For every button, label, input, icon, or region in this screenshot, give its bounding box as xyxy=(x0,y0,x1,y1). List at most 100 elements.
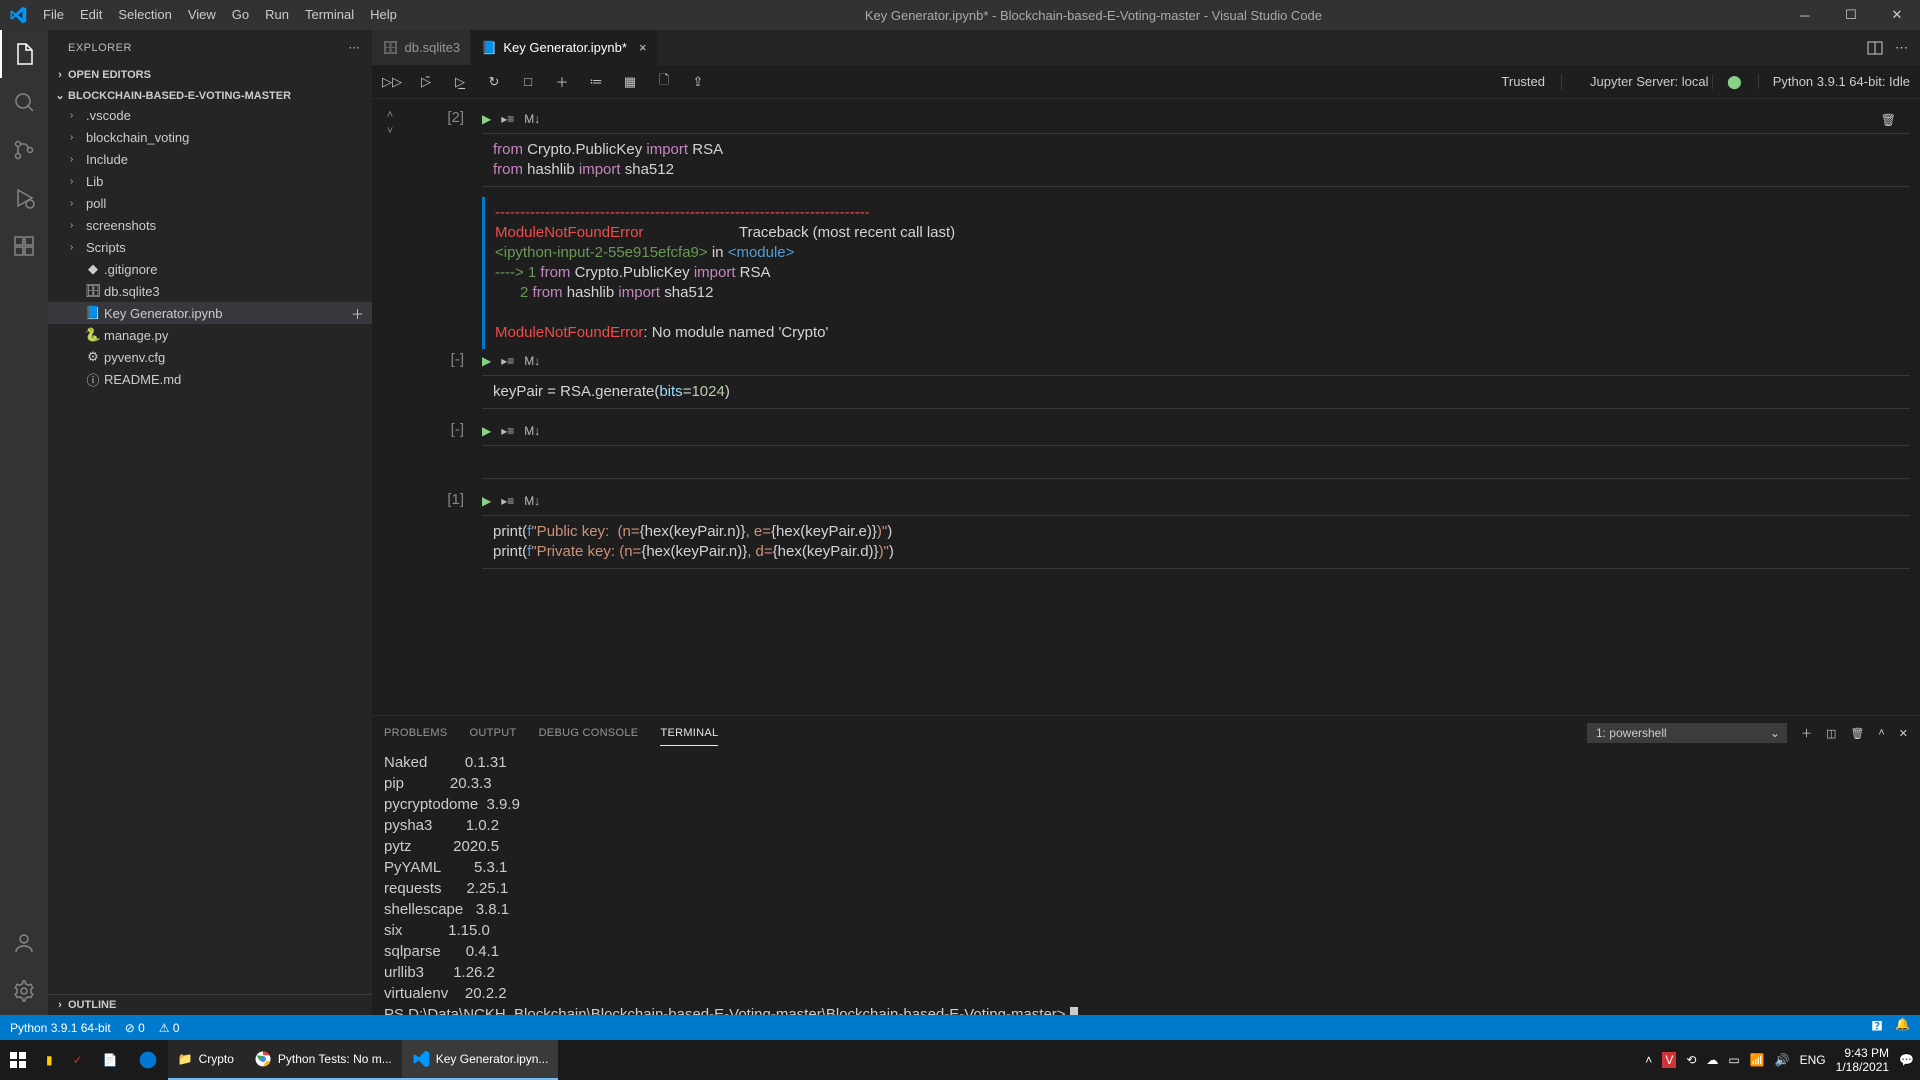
maximize-icon[interactable]: ☐ xyxy=(1828,0,1874,30)
search-icon[interactable] xyxy=(0,78,48,126)
code-cell[interactable]: keyPair = RSA.generate(bits=1024) xyxy=(482,375,1910,409)
feedback-icon[interactable]: 🯄 xyxy=(1871,1017,1883,1038)
source-control-icon[interactable] xyxy=(0,126,48,174)
taskbar-edge[interactable] xyxy=(128,1040,168,1080)
file-manage-py[interactable]: 🐍manage.py xyxy=(48,324,372,346)
project-section[interactable]: ⌄BLOCKCHAIN-BASED-E-VOTING-MASTER xyxy=(48,87,372,104)
code-cell[interactable] xyxy=(482,445,1910,479)
markdown-icon[interactable]: M↓ xyxy=(524,112,540,126)
new-terminal-icon[interactable]: ＋ xyxy=(1801,725,1812,741)
terminal-tab[interactable]: TERMINAL xyxy=(660,721,718,746)
split-terminal-icon[interactable]: ◫ xyxy=(1826,727,1836,740)
extensions-icon[interactable] xyxy=(0,222,48,270)
restart-icon[interactable]: ↻ xyxy=(484,74,504,90)
output-tab[interactable]: OUTPUT xyxy=(470,721,517,745)
folder-include[interactable]: ›Include xyxy=(48,148,372,170)
outline-icon[interactable]: ▦ xyxy=(620,74,640,90)
problems-tab[interactable]: PROBLEMS xyxy=(384,721,448,745)
close-tab-icon[interactable]: × xyxy=(639,40,647,55)
python-env-status[interactable]: Python 3.9.1 64-bit xyxy=(10,1021,111,1035)
folder-scripts[interactable]: ›Scripts xyxy=(48,236,372,258)
code-cell[interactable]: print(f"Public key: (n={hex(keyPair.n)},… xyxy=(482,515,1910,569)
export-icon[interactable]: ⇪ xyxy=(688,74,708,90)
run-by-line-icon[interactable]: ▸≡ xyxy=(501,494,514,508)
folder-lib[interactable]: ›Lib xyxy=(48,170,372,192)
tray-action-center-icon[interactable]: 💬 xyxy=(1899,1053,1914,1067)
move-down-icon[interactable]: ˅ xyxy=(387,125,393,137)
markdown-icon[interactable]: M↓ xyxy=(524,354,540,368)
taskbar-app-1[interactable]: ▮ xyxy=(36,1040,63,1080)
run-below-icon[interactable]: ▷̲ xyxy=(450,74,470,90)
errors-status[interactable]: ⊘ 0 xyxy=(125,1021,145,1035)
folder-blockchain-voting[interactable]: ›blockchain_voting xyxy=(48,126,372,148)
file-key-generator-ipynb[interactable]: 📘Key Generator.ipynb＋ xyxy=(48,302,372,324)
run-by-line-icon[interactable]: ▸≡ xyxy=(501,354,514,368)
run-by-line-icon[interactable]: ▸≡ xyxy=(501,112,514,126)
trusted-label[interactable]: Trusted xyxy=(1487,74,1545,89)
account-icon[interactable] xyxy=(0,919,48,967)
run-cell-icon[interactable]: ▶ xyxy=(482,354,491,368)
run-above-icon[interactable]: ▷̄ xyxy=(416,74,436,90)
close-panel-icon[interactable]: ✕ xyxy=(1899,727,1908,740)
code-cell[interactable]: from Crypto.PublicKey import RSA from ha… xyxy=(482,133,1910,187)
menu-file[interactable]: File xyxy=(35,0,72,30)
run-cell-icon[interactable]: ▶ xyxy=(482,112,491,126)
markdown-icon[interactable]: M↓ xyxy=(524,424,540,438)
taskbar-app-2[interactable]: ✓ xyxy=(63,1040,93,1080)
add-cell-inline-icon[interactable]: ＋ xyxy=(351,304,364,323)
variables-icon[interactable]: ≔ xyxy=(586,74,606,90)
move-up-icon[interactable]: ˄ xyxy=(387,109,393,121)
tray-app-v-icon[interactable]: V xyxy=(1662,1052,1676,1068)
menu-help[interactable]: Help xyxy=(362,0,405,30)
tray-language[interactable]: ENG xyxy=(1800,1053,1826,1067)
maximize-panel-icon[interactable]: ˄ xyxy=(1878,727,1884,739)
interrupt-icon[interactable]: □ xyxy=(518,74,538,89)
jupyter-server-label[interactable]: Jupyter Server: local ⬤ xyxy=(1561,74,1742,90)
minimize-icon[interactable]: ─ xyxy=(1782,0,1828,30)
delete-cell-icon[interactable]: 🗑 xyxy=(1881,113,1896,127)
folder-poll[interactable]: ›poll xyxy=(48,192,372,214)
start-button[interactable] xyxy=(0,1040,36,1080)
open-editors-section[interactable]: ›OPEN EDITORS xyxy=(48,67,372,83)
menu-edit[interactable]: Edit xyxy=(72,0,110,30)
more-icon[interactable]: ⋯ xyxy=(349,41,361,54)
menu-view[interactable]: View xyxy=(180,0,224,30)
taskbar-vscode[interactable]: Key Generator.ipyn... xyxy=(402,1040,559,1080)
tray-clock[interactable]: 9:43 PM1/18/2021 xyxy=(1836,1046,1889,1074)
taskbar-folder[interactable]: 📁Crypto xyxy=(168,1040,244,1080)
tray-volume-icon[interactable]: 🔊 xyxy=(1775,1053,1790,1067)
taskbar-app-3[interactable]: 📄 xyxy=(93,1040,128,1080)
warnings-status[interactable]: ⚠ 0 xyxy=(159,1021,180,1035)
file-db-sqlite3[interactable]: 🗄db.sqlite3 xyxy=(48,280,372,302)
tab-key-generator[interactable]: 📘Key Generator.ipynb*× xyxy=(471,30,657,65)
menu-run[interactable]: Run xyxy=(257,0,297,30)
explorer-icon[interactable] xyxy=(0,30,48,78)
run-by-line-icon[interactable]: ▸≡ xyxy=(501,424,514,438)
notifications-icon[interactable]: 🔔 xyxy=(1895,1017,1910,1038)
tray-battery-icon[interactable]: ▭ xyxy=(1728,1053,1739,1067)
tray-wifi-icon[interactable]: 📶 xyxy=(1750,1053,1765,1067)
run-cell-icon[interactable]: ▶ xyxy=(482,494,491,508)
tray-chevron-icon[interactable]: ˄ xyxy=(1645,1053,1652,1067)
folder--vscode[interactable]: ›.vscode xyxy=(48,104,372,126)
run-debug-icon[interactable] xyxy=(0,174,48,222)
tray-steam-icon[interactable]: ⟲ xyxy=(1686,1053,1696,1067)
file--gitignore[interactable]: ◆.gitignore xyxy=(48,258,372,280)
notebook-body[interactable]: ˄˅[2]▶▸≡M↓🗑from Crypto.PublicKey import … xyxy=(372,99,1920,715)
folder-screenshots[interactable]: ›screenshots xyxy=(48,214,372,236)
save-icon[interactable]: 🗋 xyxy=(654,71,674,93)
split-editor-icon[interactable] xyxy=(1867,40,1883,56)
close-icon[interactable]: ✕ xyxy=(1874,0,1920,30)
add-cell-icon[interactable]: ＋ xyxy=(552,72,572,91)
more-actions-icon[interactable]: ⋯ xyxy=(1895,40,1908,56)
tray-cloud-icon[interactable]: ☁ xyxy=(1706,1053,1718,1067)
terminal-body[interactable]: Naked 0.1.31 pip 20.3.3 pycryptodome 3.9… xyxy=(372,750,1920,1015)
gear-icon[interactable] xyxy=(0,967,48,1015)
tab-db-sqlite3[interactable]: 🗄db.sqlite3 xyxy=(372,30,471,65)
kill-terminal-icon[interactable]: 🗑 xyxy=(1850,727,1864,740)
taskbar-chrome[interactable]: Python Tests: No m... xyxy=(244,1040,402,1080)
menu-selection[interactable]: Selection xyxy=(110,0,179,30)
menu-terminal[interactable]: Terminal xyxy=(297,0,362,30)
file-pyvenv-cfg[interactable]: ⚙pyvenv.cfg xyxy=(48,346,372,368)
debug-console-tab[interactable]: DEBUG CONSOLE xyxy=(539,721,639,745)
